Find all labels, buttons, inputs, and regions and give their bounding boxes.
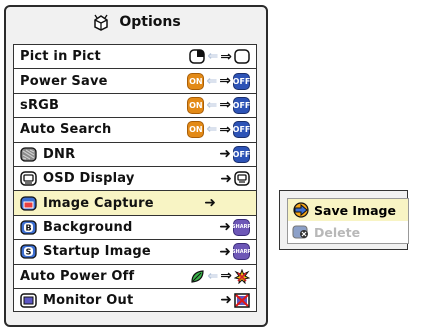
sharp-badge-icon: SHARP bbox=[232, 218, 251, 236]
off-badge-icon: OFF bbox=[233, 145, 250, 163]
arrow-left-dim-icon: ⇐ bbox=[206, 122, 218, 138]
arrow-left-dim-icon: ⇐ bbox=[207, 49, 219, 65]
power-off-burst-icon bbox=[234, 268, 250, 284]
background-badge-letter: B bbox=[25, 223, 31, 232]
row-label: Auto Search bbox=[20, 122, 112, 138]
pip-half-icon bbox=[189, 49, 206, 64]
on-badge-icon: ON bbox=[187, 72, 205, 90]
options-menu-title: Options bbox=[6, 7, 266, 37]
arrow-right-icon: ⇒ bbox=[219, 97, 231, 114]
startup-image-setting[interactable]: ➜ SHARP bbox=[219, 240, 251, 263]
on-badge-icon: ON bbox=[187, 121, 205, 139]
arrow-right-icon: ➜ bbox=[220, 292, 232, 309]
osd-display-value-icon bbox=[234, 171, 250, 186]
monitor-out-icon bbox=[20, 292, 37, 308]
dnr-setting[interactable]: ➜ OFF bbox=[219, 143, 250, 166]
pip-toggle[interactable]: ⇐ ⇒ bbox=[189, 45, 250, 68]
options-menu-panel: Options Pict in Pict ⇐ ⇒ Power Save ON ⇐ bbox=[4, 5, 268, 327]
options-menu-title-label: Options bbox=[119, 14, 181, 30]
arrow-right-icon: ➜ bbox=[219, 146, 231, 163]
sharp-badge-icon: SHARP bbox=[232, 243, 251, 261]
row-auto-power-off[interactable]: Auto Power Off ⇐ ⇒ bbox=[13, 263, 257, 288]
osd-display-icon bbox=[20, 171, 37, 186]
osd-display-setting[interactable]: ➜ bbox=[220, 167, 250, 190]
submenu-item-label: Delete bbox=[314, 224, 361, 240]
row-monitor-out[interactable]: Monitor Out ➜ bbox=[13, 287, 257, 313]
image-capture-setting[interactable]: ➜ bbox=[204, 191, 216, 214]
row-image-capture[interactable]: Image Capture ➜ bbox=[13, 190, 257, 215]
arrow-right-icon: ➜ bbox=[220, 170, 232, 187]
power-save-toggle[interactable]: ON ⇐ ⇒ OFF bbox=[187, 69, 250, 92]
arrow-right-icon: ⇒ bbox=[219, 121, 231, 138]
on-badge-icon: ON bbox=[187, 96, 205, 114]
row-label: OSD Display bbox=[43, 171, 135, 187]
monitor-out-setting[interactable]: ➜ bbox=[220, 289, 250, 311]
options-list: Pict in Pict ⇐ ⇒ Power Save ON ⇐ ⇒ OFF s… bbox=[13, 44, 257, 313]
delete-icon bbox=[292, 224, 310, 240]
row-label: Auto Power Off bbox=[20, 268, 135, 284]
row-label: Image Capture bbox=[43, 195, 154, 211]
arrow-right-icon: ➜ bbox=[219, 219, 231, 236]
image-capture-icon bbox=[20, 195, 37, 211]
monitor-out-disabled-icon bbox=[234, 292, 250, 308]
submenu-item-save-image[interactable]: Save Image bbox=[287, 198, 409, 222]
arrow-left-dim-icon: ⇐ bbox=[206, 97, 218, 113]
background-setting[interactable]: ➜ SHARP bbox=[219, 216, 251, 239]
dnr-icon bbox=[20, 147, 37, 162]
arrow-left-dim-icon: ⇐ bbox=[206, 73, 218, 89]
arrow-right-icon: ⇒ bbox=[220, 48, 232, 65]
submenu-item-label: Save Image bbox=[314, 202, 396, 218]
submenu-item-delete: Delete bbox=[287, 221, 409, 244]
image-capture-submenu: Save Image Delete bbox=[279, 190, 409, 250]
row-label: Pict in Pict bbox=[20, 49, 101, 65]
row-srgb[interactable]: sRGB ON ⇐ ⇒ OFF bbox=[13, 92, 257, 118]
save-image-icon bbox=[292, 202, 310, 218]
pip-empty-icon bbox=[234, 49, 250, 64]
arrow-right-icon: ➜ bbox=[219, 243, 231, 260]
row-label: DNR bbox=[43, 146, 76, 162]
row-power-save[interactable]: Power Save ON ⇐ ⇒ OFF bbox=[13, 68, 257, 93]
arrow-left-dim-icon: ⇐ bbox=[207, 268, 219, 284]
startup-badge-letter: S bbox=[26, 248, 32, 257]
arrow-right-icon: ⇒ bbox=[219, 73, 231, 90]
row-startup-image[interactable]: S Startup Image ➜ SHARP bbox=[13, 239, 257, 264]
row-pict-in-pict[interactable]: Pict in Pict ⇐ ⇒ bbox=[13, 44, 257, 69]
background-icon: B bbox=[20, 220, 37, 235]
row-label: Power Save bbox=[20, 73, 108, 89]
arrow-right-icon: ⇒ bbox=[220, 268, 232, 285]
arrow-right-icon: ➜ bbox=[204, 195, 216, 212]
leaf-icon bbox=[190, 269, 205, 284]
row-label: Background bbox=[43, 219, 133, 235]
off-badge-icon: OFF bbox=[233, 121, 250, 139]
row-label: sRGB bbox=[20, 97, 60, 113]
row-dnr[interactable]: DNR ➜ OFF bbox=[13, 141, 257, 166]
auto-search-toggle[interactable]: ON ⇐ ⇒ OFF bbox=[187, 118, 250, 141]
row-auto-search[interactable]: Auto Search ON ⇐ ⇒ OFF bbox=[13, 117, 257, 142]
startup-image-icon: S bbox=[20, 244, 37, 259]
row-label: Startup Image bbox=[43, 244, 151, 260]
off-badge-icon: OFF bbox=[233, 72, 250, 90]
auto-power-off-toggle[interactable]: ⇐ ⇒ bbox=[190, 265, 250, 288]
srgb-toggle[interactable]: ON ⇐ ⇒ OFF bbox=[187, 94, 250, 117]
row-label: Monitor Out bbox=[43, 292, 134, 308]
options-menu-icon bbox=[91, 13, 111, 31]
row-background[interactable]: B Background ➜ SHARP bbox=[13, 214, 257, 240]
row-osd-display[interactable]: OSD Display ➜ bbox=[13, 165, 257, 191]
off-badge-icon: OFF bbox=[233, 96, 250, 114]
